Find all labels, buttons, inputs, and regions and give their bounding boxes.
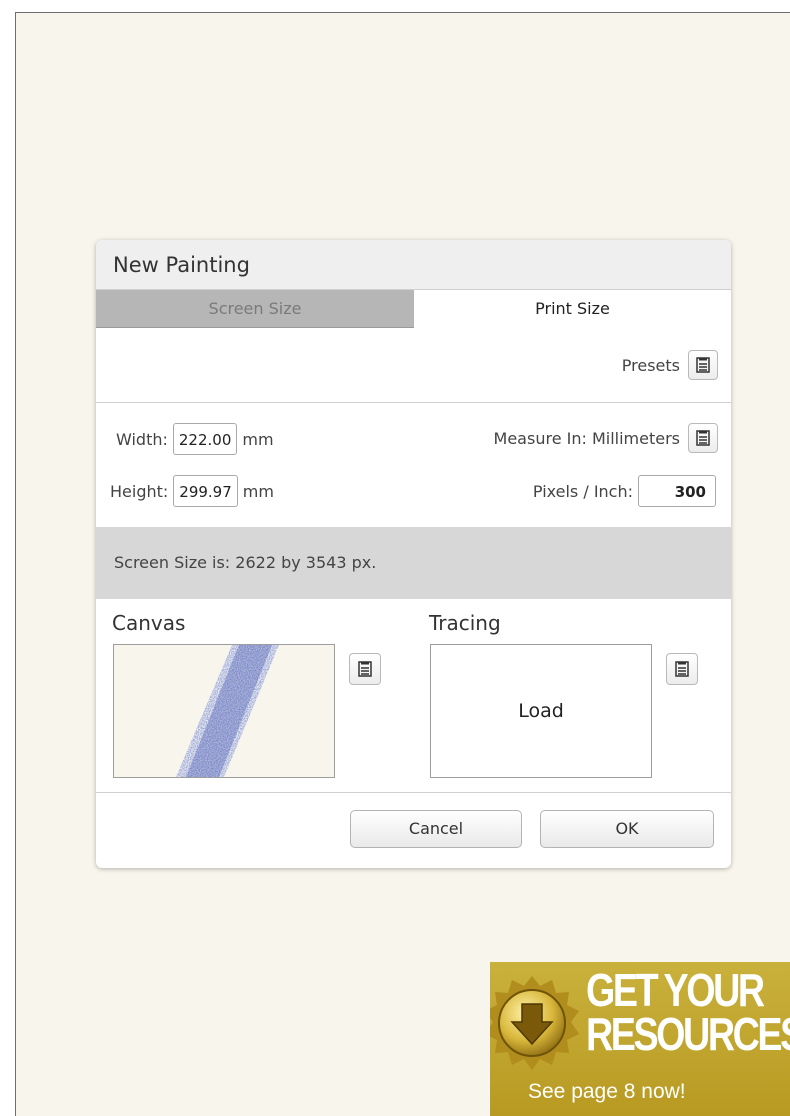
- tracing-menu-button[interactable]: [666, 653, 698, 685]
- tracing-load-label: Load: [518, 700, 564, 722]
- badge-subtitle: See page 8 now!: [528, 1080, 686, 1103]
- dialog-buttons: Cancel OK: [96, 793, 731, 868]
- download-arrow-icon: [490, 976, 579, 1070]
- tracing-load-box[interactable]: Load: [430, 644, 652, 778]
- dimensions-section: Width: 222.00 mm Height: 299.97 mm Measu…: [96, 403, 731, 527]
- presets-row: Presets: [96, 328, 731, 403]
- height-unit: mm: [242, 481, 274, 501]
- menu-icon: [358, 661, 372, 677]
- canvas-texture-image: [176, 645, 279, 777]
- menu-icon: [696, 430, 710, 446]
- presets-menu-button[interactable]: [688, 350, 718, 380]
- height-label: Height:: [110, 481, 169, 501]
- badge-line-1: GET YOUR: [586, 964, 765, 1016]
- badge-title: GET YOUR RESOURCES: [586, 964, 790, 1060]
- badge-line-2: RESOURCES: [586, 1008, 790, 1060]
- ppi-input[interactable]: 300: [638, 475, 716, 507]
- canvas-label: Canvas: [112, 611, 186, 635]
- measure-in-label: Measure In: Millimeters: [493, 428, 680, 448]
- size-tabs: Screen Size Print Size: [96, 290, 731, 328]
- width-label: Width:: [116, 429, 168, 449]
- height-field-group: Height: 299.97 mm: [110, 475, 274, 507]
- menu-icon: [675, 661, 689, 677]
- ok-button[interactable]: OK: [540, 810, 714, 848]
- canvas-preview[interactable]: [113, 644, 335, 778]
- tab-print-size[interactable]: Print Size: [414, 290, 731, 328]
- ppi-group: Pixels / Inch: 300: [533, 475, 716, 507]
- width-field-group: Width: 222.00 mm: [116, 423, 274, 455]
- new-painting-dialog: New Painting Screen Size Print Size Pres…: [96, 240, 731, 868]
- get-resources-badge[interactable]: GET YOUR RESOURCES See page 8 now!: [490, 962, 790, 1116]
- tracing-label: Tracing: [429, 611, 501, 635]
- measure-group: Measure In: Millimeters: [494, 423, 718, 453]
- canvas-menu-button[interactable]: [349, 653, 381, 685]
- canvas-tracing-section: Canvas Tracing Load: [96, 599, 731, 793]
- measure-menu-button[interactable]: [688, 423, 718, 453]
- presets-label: Presets: [621, 355, 680, 375]
- dialog-title: New Painting: [96, 240, 731, 290]
- ppi-label: Pixels / Inch:: [532, 481, 633, 501]
- tab-screen-size[interactable]: Screen Size: [96, 290, 414, 328]
- width-unit: mm: [242, 429, 274, 449]
- height-input[interactable]: 299.97: [173, 475, 238, 507]
- screen-size-status: Screen Size is: 2622 by 3543 px.: [96, 527, 731, 599]
- cancel-button[interactable]: Cancel: [350, 810, 522, 848]
- width-input[interactable]: 222.00: [172, 423, 238, 455]
- menu-icon: [696, 357, 710, 373]
